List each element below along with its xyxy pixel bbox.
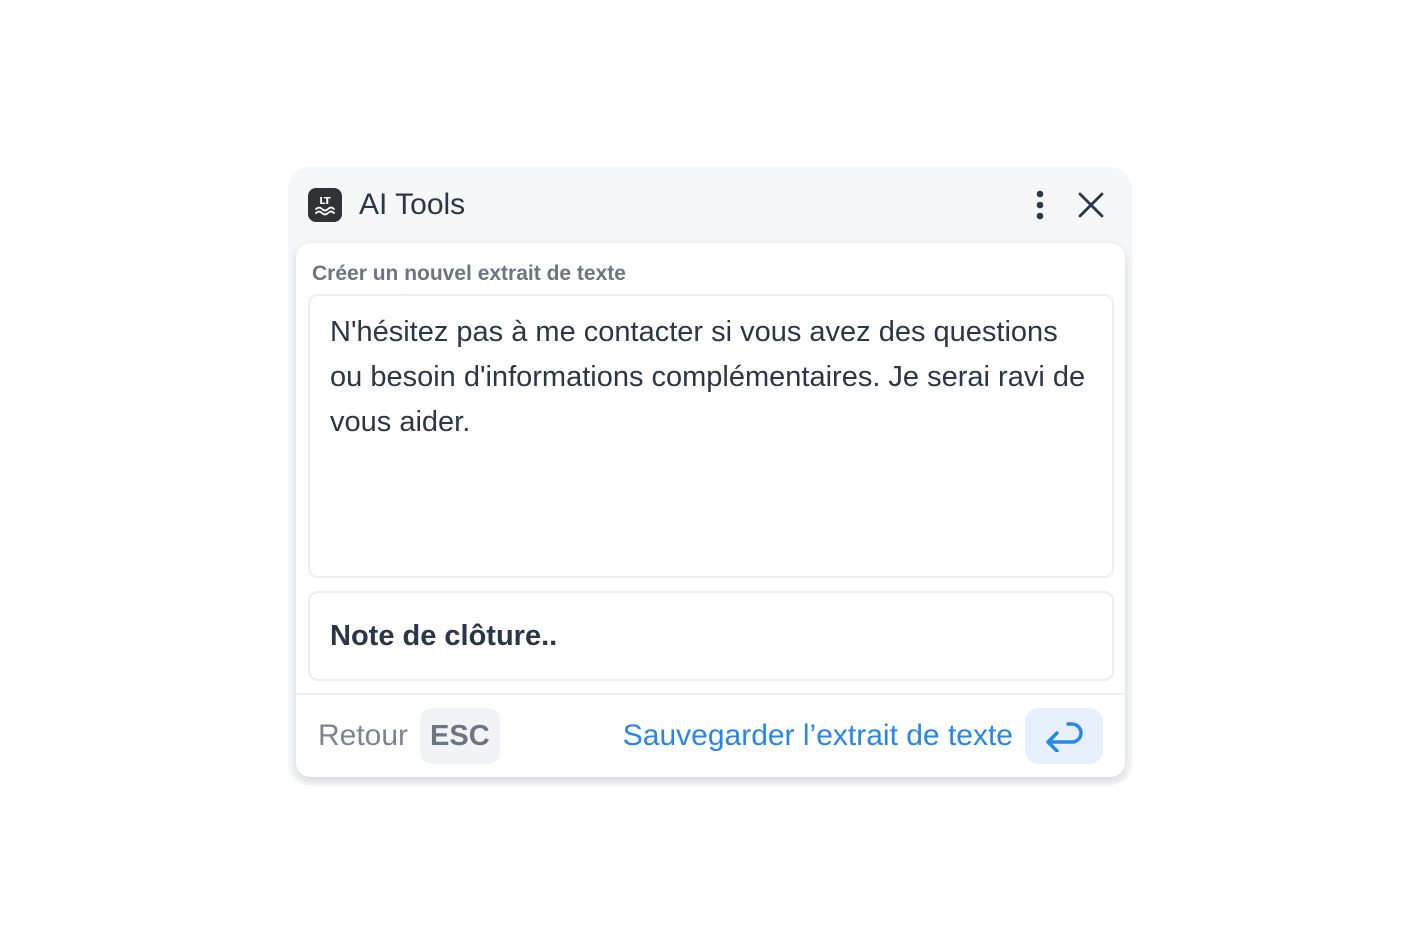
ai-tools-panel: LT AI Tools Créer un nouvel extrait de t… [288,167,1132,785]
form-section-label: Créer un nouvel extrait de texte [312,262,626,285]
snippet-title-input[interactable] [308,591,1114,681]
snippet-text-input[interactable]: N'hésitez pas à me contacter si vous ave… [308,294,1114,578]
more-vertical-icon [1036,190,1044,220]
panel-header: LT AI Tools [288,167,1132,243]
panel-title: AI Tools [359,188,466,221]
more-options-button[interactable] [1026,187,1054,223]
close-button[interactable] [1074,187,1108,223]
languagetool-logo-icon: LT [308,188,342,222]
back-label: Retour [318,719,409,752]
back-button[interactable]: Retour ESC [318,707,500,765]
save-snippet-button[interactable]: Sauvegarder l’extrait de texte [623,707,1103,765]
logo-text: LT [319,196,331,207]
snippet-form-card: Créer un nouvel extrait de texte N'hésit… [296,243,1125,777]
esc-key-badge: ESC [420,708,500,764]
close-icon [1078,192,1104,218]
save-label: Sauvegarder l’extrait de texte [622,719,1013,752]
form-footer: Retour ESC Sauvegarder l’extrait de text… [296,693,1125,777]
enter-key-badge [1025,708,1103,764]
enter-return-icon [1046,722,1083,752]
